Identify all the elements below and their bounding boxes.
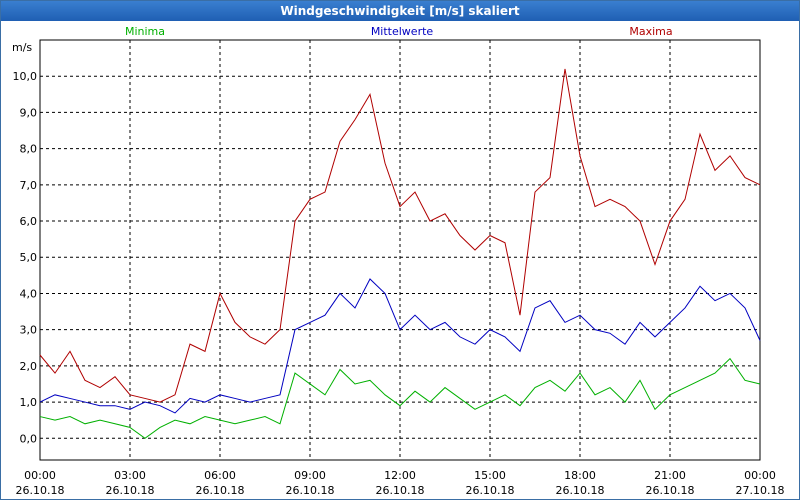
x-tick-date: 26.10.18 (646, 484, 695, 497)
y-tick-label: 0,0 (20, 432, 38, 445)
x-tick-time: 00:00 (744, 469, 776, 482)
x-tick-time: 15:00 (474, 469, 506, 482)
y-tick-label: 2,0 (20, 360, 38, 373)
x-tick-time: 21:00 (654, 469, 686, 482)
x-tick-date: 26.10.18 (466, 484, 515, 497)
y-tick-label: 1,0 (20, 396, 38, 409)
x-tick-date: 26.10.18 (376, 484, 425, 497)
x-tick-time: 18:00 (564, 469, 596, 482)
x-tick-date: 26.10.18 (106, 484, 155, 497)
x-tick-date: 26.10.18 (556, 484, 605, 497)
x-tick-time: 03:00 (114, 469, 146, 482)
y-tick-label: 5,0 (20, 251, 38, 264)
legend-maxima: Maxima (629, 25, 672, 38)
y-tick-labels: 0,0 1,0 2,0 3,0 4,0 5,0 6,0 7,0 8,0 9,0 10,0 (13, 70, 38, 445)
x-tick-labels: 00:00 26.10.18 03:00 26.10.18 06:00 26.10.18 0… (16, 469, 785, 497)
x-tick-date: 26.10.18 (286, 484, 335, 497)
y-tick-label: 3,0 (20, 324, 38, 337)
y-tick-label: 8,0 (20, 143, 38, 156)
x-tick-time: 00:00 (24, 469, 56, 482)
x-tick-date: 27.10.18 (736, 484, 785, 497)
y-axis-label: m/s (12, 41, 32, 54)
legend-mittelwerte: Mittelwerte (371, 25, 434, 38)
x-tick-time: 06:00 (204, 469, 236, 482)
x-tick-time: 12:00 (384, 469, 416, 482)
x-tick-date: 26.10.18 (196, 484, 245, 497)
wind-speed-chart: 0,0 1,0 2,0 3,0 4,0 5,0 6,0 7,0 8,0 9,0 10,0 00:00… (12, 25, 785, 497)
y-tick-label: 9,0 (20, 106, 38, 119)
x-tick-time: 09:00 (294, 469, 326, 482)
x-tick-date: 26.10.18 (16, 484, 65, 497)
y-tick-label: 4,0 (20, 287, 38, 300)
y-tick-label: 10,0 (13, 70, 38, 83)
y-tick-label: 7,0 (20, 179, 38, 192)
y-tick-label: 6,0 (20, 215, 38, 228)
legend-minima: Minima (125, 25, 165, 38)
